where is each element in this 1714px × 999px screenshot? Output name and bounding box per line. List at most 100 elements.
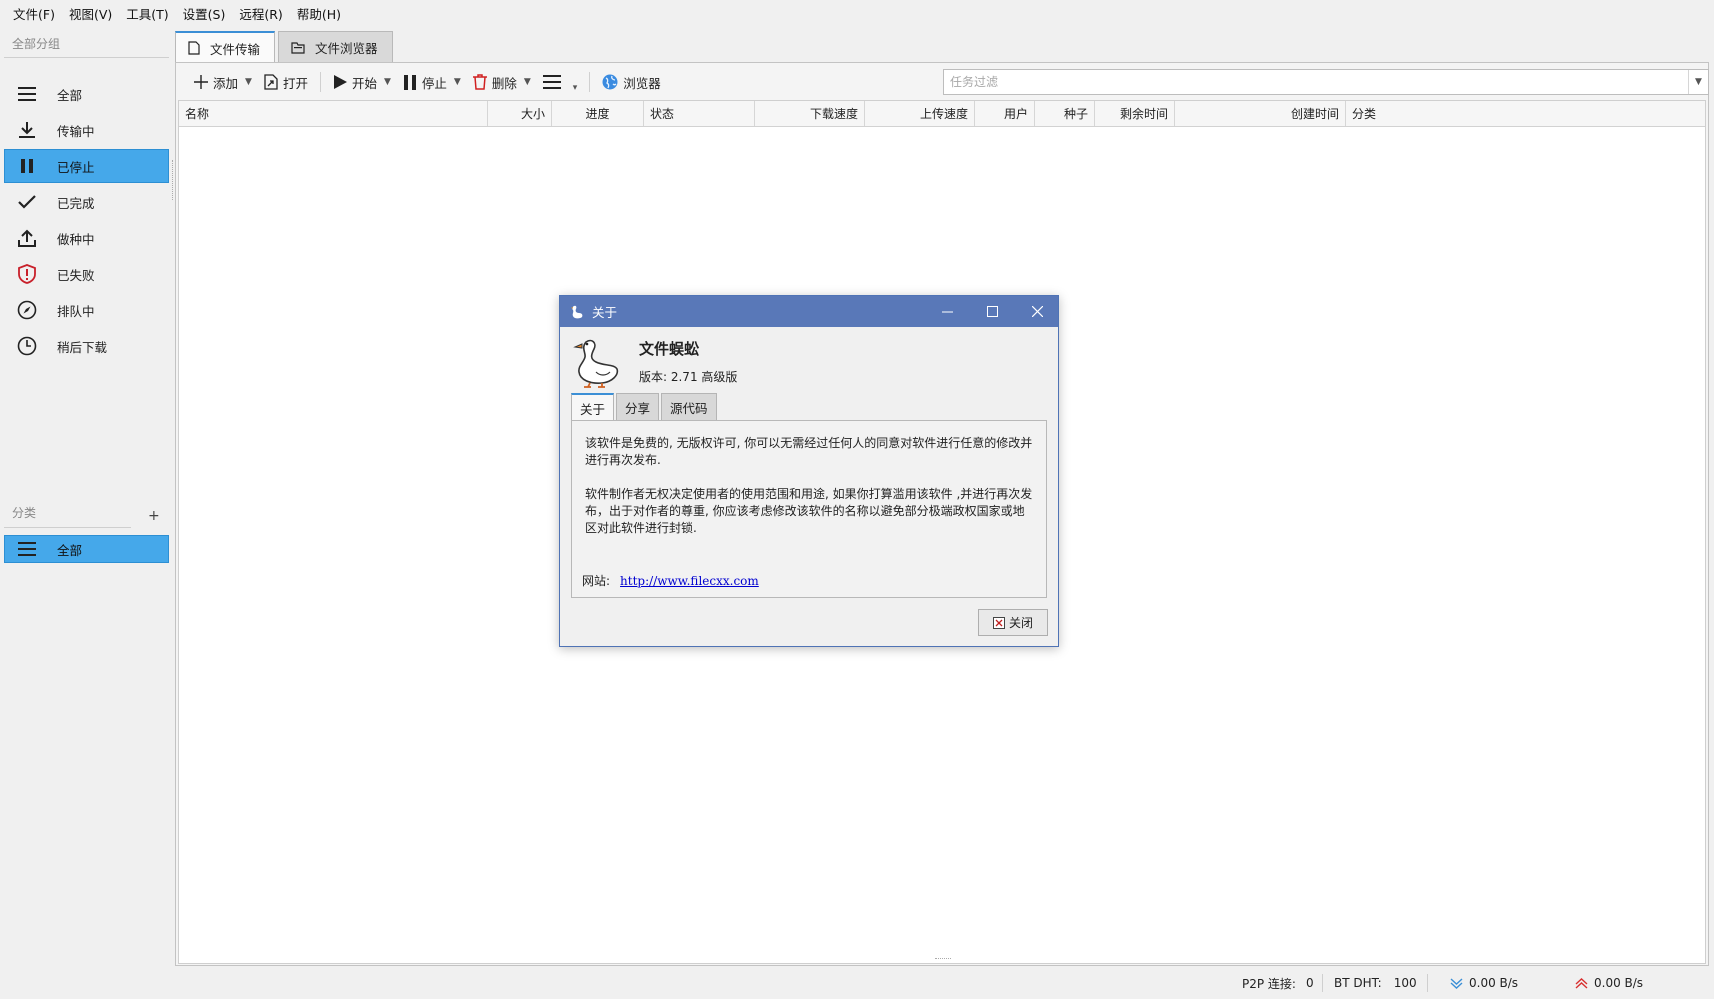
sidebar-item-completed[interactable]: 已完成 xyxy=(4,185,169,219)
sidebar-item-seeding[interactable]: 做种中 xyxy=(4,221,169,255)
usage-text: 软件制作者无权决定使用者的使用范围和用途, 如果你打算滥用该软件 ,并进行再次发… xyxy=(585,487,1033,535)
menu-icon xyxy=(542,75,561,89)
dialog-titlebar[interactable]: 关于 xyxy=(560,296,1058,327)
browser-button[interactable]: 浏览器 xyxy=(596,68,667,96)
sidebar-item-label: 已失败 xyxy=(57,267,95,283)
upload-icon xyxy=(15,227,39,249)
browser-label: 浏览器 xyxy=(623,75,661,91)
app-name: 文件蜈蚣 xyxy=(639,340,700,358)
category-item-all[interactable]: 全部 xyxy=(4,535,169,563)
resize-grip[interactable] xyxy=(935,958,951,964)
check-icon xyxy=(15,191,39,213)
task-filter-input[interactable] xyxy=(944,71,1688,93)
menu-view[interactable]: 视图(V) xyxy=(62,4,119,23)
column-name[interactable]: 名称 xyxy=(179,101,488,126)
globe-icon xyxy=(602,74,618,90)
about-panel: 该软件是免费的, 无版权许可, 你可以无需经过任何人的同意对软件进行任意的修改并… xyxy=(571,420,1047,598)
column-upload-speed[interactable]: 上传速度 xyxy=(865,101,975,126)
tab-file-transfer[interactable]: 文件传输 xyxy=(175,31,276,63)
open-button[interactable]: 打开 xyxy=(258,68,314,96)
download-icon xyxy=(15,119,39,141)
start-button[interactable]: 开始 ▼ xyxy=(327,68,397,96)
sidebar-item-label: 全部 xyxy=(57,87,83,103)
tab-about[interactable]: 关于 xyxy=(571,393,615,421)
website-link[interactable]: http://www.filecxx.com xyxy=(620,574,759,588)
main-tabs: 文件传输 文件浏览器 xyxy=(175,31,396,63)
menu-tools[interactable]: 工具(T) xyxy=(119,4,175,23)
chevron-down-icon[interactable]: ▼ xyxy=(245,77,252,87)
group-title: 全部分组 xyxy=(12,37,61,51)
tab-file-browser[interactable]: 文件浏览器 xyxy=(278,31,393,62)
divider xyxy=(4,57,169,58)
sidebar-item-all[interactable]: 全部 xyxy=(4,77,169,111)
category-item-label: 全部 xyxy=(57,542,83,558)
sidebar-item-label: 做种中 xyxy=(57,231,95,247)
column-seeds[interactable]: 种子 xyxy=(1035,101,1095,126)
clock-icon xyxy=(15,335,39,357)
delete-label: 删除 xyxy=(491,75,517,91)
sidebar-item-label: 已停止 xyxy=(57,159,95,175)
menu-remote[interactable]: 远程(R) xyxy=(232,4,289,23)
add-category-button[interactable]: + xyxy=(148,508,160,524)
maximize-button[interactable] xyxy=(970,296,1015,327)
category-title: 分类 xyxy=(12,506,37,520)
status-bar: P2P 连接: 0 BT DHT: 100 0.00 B/s 0.00 B/s xyxy=(175,968,1709,998)
stop-button[interactable]: 停止 ▼ xyxy=(397,68,467,96)
column-progress[interactable]: 进度 xyxy=(552,101,644,126)
column-users[interactable]: 用户 xyxy=(975,101,1035,126)
delete-button[interactable]: 删除 ▼ xyxy=(467,68,537,96)
column-download-speed[interactable]: 下载速度 xyxy=(755,101,865,126)
upload-speed-value: 0.00 B/s xyxy=(1594,976,1644,990)
sidebar-item-later[interactable]: 稍后下载 xyxy=(4,329,169,363)
chevron-down-icon[interactable]: ▼ xyxy=(454,77,461,87)
list-icon xyxy=(15,83,39,105)
add-label: 添加 xyxy=(213,75,239,91)
close-label: 关闭 xyxy=(1008,616,1033,630)
table-header: 名称 大小 进度 状态 下载速度 上传速度 用户 种子 剩余时间 创建时间 分类 xyxy=(179,101,1705,127)
minimize-button[interactable] xyxy=(925,296,970,327)
license-text: 该软件是免费的, 无版权许可, 你可以无需经过任何人的同意对软件进行任意的修改并… xyxy=(585,436,1033,467)
add-button[interactable]: 添加 ▼ xyxy=(188,68,258,96)
close-icon xyxy=(992,616,1005,629)
divider xyxy=(4,527,131,528)
menu-settings[interactable]: 设置(S) xyxy=(176,4,233,23)
stop-label: 停止 xyxy=(421,75,447,91)
chevron-down-icon[interactable]: ▼ xyxy=(1688,70,1708,94)
sidebar-item-downloading[interactable]: 传输中 xyxy=(4,113,169,147)
chevron-down-icon[interactable]: ▼ xyxy=(384,77,391,87)
more-menu-button[interactable]: ▾ xyxy=(537,68,584,96)
sidebar: 全部分组 全部 传输中 已停止 已完成 做种中 已失败 排队中 稍后下载 分类 … xyxy=(0,28,172,999)
sidebar-item-stopped[interactable]: 已停止 xyxy=(4,149,169,183)
p2p-value: 0 xyxy=(1305,976,1314,990)
column-category[interactable]: 分类 xyxy=(1346,101,1705,126)
tab-source-code[interactable]: 源代码 xyxy=(661,393,717,420)
toolbar-separator xyxy=(319,72,321,92)
close-button[interactable]: 关闭 xyxy=(978,609,1048,636)
sidebar-item-queued[interactable]: 排队中 xyxy=(4,293,169,327)
chevron-down-icon[interactable]: ▼ xyxy=(524,77,531,87)
sidebar-item-failed[interactable]: 已失败 xyxy=(4,257,169,291)
open-file-icon xyxy=(264,74,278,90)
column-size[interactable]: 大小 xyxy=(488,101,552,126)
sidebar-item-label: 排队中 xyxy=(57,303,95,319)
toolbar-separator xyxy=(589,72,591,92)
column-remaining-time[interactable]: 剩余时间 xyxy=(1095,101,1175,126)
goose-icon xyxy=(570,304,584,320)
start-label: 开始 xyxy=(351,75,377,91)
shield-alert-icon xyxy=(15,263,39,285)
trash-icon xyxy=(472,74,487,90)
close-window-button[interactable] xyxy=(1015,296,1060,327)
column-status[interactable]: 状态 xyxy=(644,101,755,126)
chevron-down-icon[interactable]: ▾ xyxy=(573,83,578,93)
website-row: 网站: http://www.filecxx.com xyxy=(582,573,759,590)
status-separator xyxy=(1427,974,1428,992)
download-speed-value: 0.00 B/s xyxy=(1469,976,1519,990)
menu-file[interactable]: 文件(F) xyxy=(6,4,62,23)
open-label: 打开 xyxy=(282,75,308,91)
column-created-time[interactable]: 创建时间 xyxy=(1175,101,1346,126)
tab-share[interactable]: 分享 xyxy=(616,393,660,420)
plus-icon xyxy=(194,75,208,89)
menu-help[interactable]: 帮助(H) xyxy=(290,4,348,23)
file-icon xyxy=(188,41,200,55)
upload-speed-icon xyxy=(1575,977,1588,990)
